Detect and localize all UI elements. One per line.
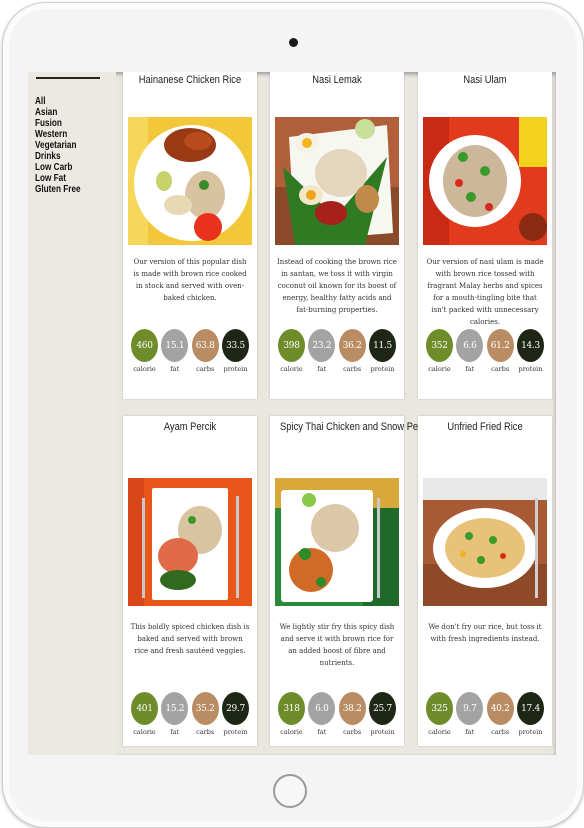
fat-label: fat bbox=[170, 728, 180, 736]
dish-description: This boldly spiced chicken dish is baked… bbox=[130, 623, 250, 655]
calorie-value: 325 bbox=[426, 692, 453, 725]
calorie-value: 401 bbox=[131, 692, 158, 725]
protein-value: 17.4 bbox=[516, 692, 544, 725]
calorie-label: calorie bbox=[428, 728, 451, 736]
fat-label: fat bbox=[317, 365, 327, 373]
dish-photo bbox=[275, 117, 399, 245]
carbs-label: carbs bbox=[491, 365, 510, 373]
protein-label: protein bbox=[223, 728, 248, 736]
app-screen: All Asian Fusion Western Vegetarian Drin… bbox=[28, 72, 556, 755]
filter-low-carb[interactable]: Low Carb bbox=[35, 162, 81, 173]
fat-label: fat bbox=[465, 365, 475, 373]
fat-value: 9.7 bbox=[456, 692, 484, 725]
carbs-value: 63.8 bbox=[191, 329, 219, 362]
nutrition-facts: 318 calorie 6.0 fat 38.2 carbs 25.7 protein bbox=[278, 692, 396, 738]
nutrition-facts: 398 calorie 23.2 fat 36.2 carbs 11.5 protein bbox=[278, 329, 396, 375]
sidebar-divider bbox=[36, 77, 100, 79]
carbs-value: 38.2 bbox=[338, 692, 366, 725]
camera-dot bbox=[289, 38, 298, 47]
dish-photo bbox=[423, 117, 547, 245]
protein-value: 25.7 bbox=[368, 692, 396, 725]
carbs-label: carbs bbox=[343, 365, 362, 373]
filter-fusion[interactable]: Fusion bbox=[35, 118, 81, 129]
dish-description: Instead of cooking the brown rice in san… bbox=[277, 258, 397, 314]
calorie-value: 352 bbox=[426, 329, 453, 362]
dish-card-hainanese-chicken-rice[interactable]: Hainanese Chicken Rice Our version of th… bbox=[123, 72, 257, 399]
fat-label: fat bbox=[317, 728, 327, 736]
carbs-label: carbs bbox=[491, 728, 510, 736]
fat-value: 15.1 bbox=[161, 329, 189, 362]
protein-label: protein bbox=[370, 365, 395, 373]
calorie-label: calorie bbox=[280, 365, 303, 373]
dish-title: Hainanese Chicken Rice bbox=[138, 74, 242, 86]
filter-all[interactable]: All bbox=[35, 96, 81, 107]
protein-value: 29.7 bbox=[221, 692, 249, 725]
tablet-frame: All Asian Fusion Western Vegetarian Drin… bbox=[2, 2, 584, 828]
dish-photo bbox=[275, 478, 399, 606]
dish-description: Our version of this popular dish is made… bbox=[133, 258, 247, 302]
dish-photo bbox=[423, 478, 547, 606]
protein-label: protein bbox=[223, 365, 248, 373]
dish-title: Nasi Ulam bbox=[463, 74, 507, 86]
calorie-label: calorie bbox=[133, 365, 156, 373]
protein-label: protein bbox=[370, 728, 395, 736]
nutrition-facts: 401 calorie 15.2 fat 35.2 carbs 29.7 protein bbox=[131, 692, 249, 738]
dish-title: Ayam Percik bbox=[163, 421, 217, 433]
dish-card-unfried-fried-rice[interactable]: Unfried Fried Rice We don't fry our rice… bbox=[418, 416, 552, 746]
protein-value: 33.5 bbox=[221, 329, 249, 362]
dish-description: Our version of nasi ulam is made with br… bbox=[426, 258, 544, 326]
filter-low-fat[interactable]: Low Fat bbox=[35, 173, 81, 184]
fat-value: 6.0 bbox=[308, 692, 336, 725]
dish-photo bbox=[128, 478, 252, 606]
filter-western[interactable]: Western bbox=[35, 129, 81, 140]
protein-value: 11.5 bbox=[368, 329, 396, 362]
dish-card-spicy-thai-chicken[interactable]: Spicy Thai Chicken and Snow Pea Stirfry bbox=[270, 416, 451, 746]
dish-title: Unfried Fried Rice bbox=[447, 421, 523, 433]
fat-value: 23.2 bbox=[308, 329, 336, 362]
dish-photo bbox=[128, 117, 252, 245]
dish-title: Nasi Lemak bbox=[312, 74, 362, 86]
protein-label: protein bbox=[518, 728, 543, 736]
carbs-value: 40.2 bbox=[486, 692, 514, 725]
calorie-value: 460 bbox=[131, 329, 158, 362]
calorie-label: calorie bbox=[133, 728, 156, 736]
sidebar: All Asian Fusion Western Vegetarian Drin… bbox=[28, 72, 116, 755]
calorie-label: calorie bbox=[280, 728, 303, 736]
dish-title: Spicy Thai Chicken and Snow Pea Stirfry bbox=[280, 421, 451, 433]
fat-label: fat bbox=[465, 728, 475, 736]
nutrition-facts: 460 calorie 15.1 fat 63.8 carbs 33.5 protein bbox=[131, 329, 249, 375]
nutrition-facts: 352 calorie 6.6 fat 61.2 carbs 14.3 protein bbox=[426, 329, 544, 375]
carbs-value: 61.2 bbox=[486, 329, 514, 362]
filter-vegetarian[interactable]: Vegetarian bbox=[35, 140, 81, 151]
carbs-label: carbs bbox=[196, 728, 215, 736]
calorie-value: 398 bbox=[278, 329, 305, 362]
fat-value: 6.6 bbox=[456, 329, 484, 362]
home-button[interactable] bbox=[273, 774, 307, 808]
fat-value: 15.2 bbox=[161, 692, 189, 725]
calorie-label: calorie bbox=[428, 365, 451, 373]
filter-list: All Asian Fusion Western Vegetarian Drin… bbox=[35, 96, 91, 195]
dish-description: We lightly stir fry this spicy dish and … bbox=[279, 623, 395, 667]
dish-card-nasi-lemak[interactable]: Nasi Lemak Instead of cooking the brown … bbox=[270, 72, 404, 399]
filter-asian[interactable]: Asian bbox=[35, 107, 81, 118]
protein-label: protein bbox=[518, 365, 543, 373]
carbs-value: 35.2 bbox=[191, 692, 219, 725]
protein-value: 14.3 bbox=[516, 329, 544, 362]
fat-label: fat bbox=[170, 365, 180, 373]
filter-gluten-free[interactable]: Gluten Free bbox=[35, 184, 81, 195]
dish-card-ayam-percik[interactable]: Ayam Percik This boldly spiced chicken d… bbox=[123, 416, 257, 746]
carbs-label: carbs bbox=[196, 365, 215, 373]
carbs-label: carbs bbox=[343, 728, 362, 736]
carbs-value: 36.2 bbox=[338, 329, 366, 362]
dish-description: We don't fry our rice, but toss it with … bbox=[428, 623, 542, 643]
filter-drinks[interactable]: Drinks bbox=[35, 151, 81, 162]
dish-card-nasi-ulam[interactable]: Nasi Ulam Our version of nasi ulam is ma… bbox=[418, 72, 552, 399]
calorie-value: 318 bbox=[278, 692, 305, 725]
nutrition-facts: 325 calorie 9.7 fat 40.2 carbs 17.4 protein bbox=[426, 692, 544, 738]
